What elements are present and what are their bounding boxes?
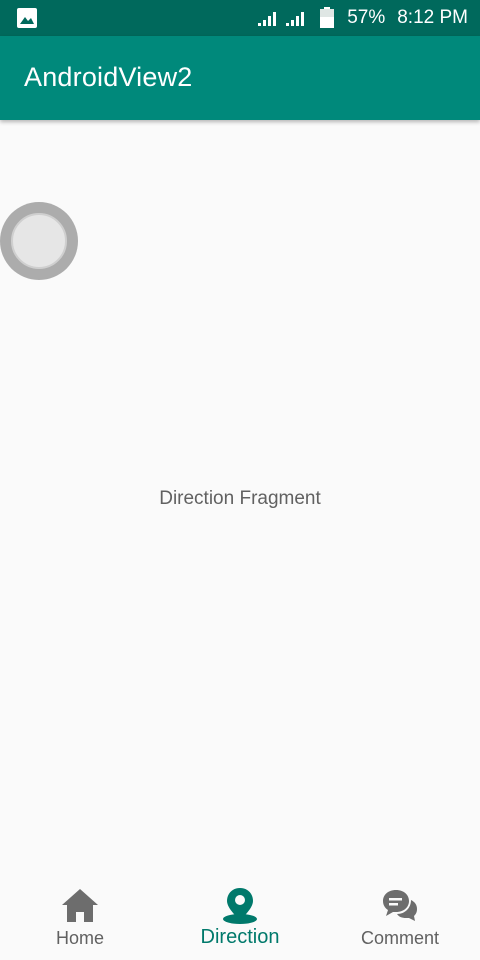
assistive-touch-inner (11, 213, 67, 269)
location-pin-icon (223, 888, 257, 924)
battery-level: 57% (347, 7, 386, 28)
nav-item-comment[interactable]: Comment (320, 876, 480, 960)
nav-label-direction: Direction (200, 926, 280, 948)
nav-label-home: Home (55, 928, 104, 948)
assistive-touch-button[interactable] (0, 202, 78, 280)
bottom-navigation: Home Direction Comment (0, 876, 480, 960)
nav-item-direction[interactable]: Direction (160, 876, 320, 960)
clock: 8:12 PM (397, 7, 468, 28)
gallery-icon (17, 8, 37, 28)
status-icons: 57% 8:12 PM (257, 0, 468, 36)
app-bar: AndroidView2 (0, 36, 480, 120)
signal-icon (258, 12, 277, 26)
home-icon (62, 889, 98, 922)
app-title: AndroidView2 (24, 62, 193, 92)
fragment-label: Direction Fragment (159, 488, 321, 509)
status-bar: 57% 8:12 PM (0, 0, 480, 36)
signal-icon (286, 12, 305, 26)
nav-item-home[interactable]: Home (0, 876, 160, 960)
comment-icon (383, 890, 417, 921)
battery-icon (320, 7, 335, 28)
nav-label-comment: Comment (360, 928, 440, 948)
